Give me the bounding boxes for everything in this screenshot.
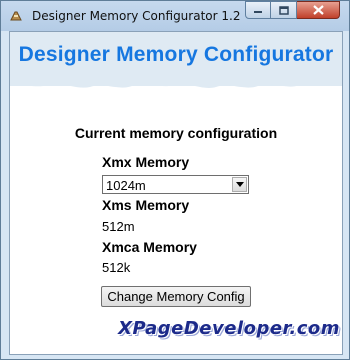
xms-label: Xms Memory [102,197,190,213]
xmx-select[interactable]: 1024m [102,175,249,194]
section-title: Current memory configuration [74,125,278,141]
xms-value: 512m [102,219,135,234]
window-title: Designer Memory Configurator 1.2 [32,9,241,23]
dropdown-button[interactable] [232,177,247,192]
client-area: Designer Memory Configurator Current mem… [9,31,343,355]
minimize-icon [254,11,262,13]
window-controls [245,1,340,20]
close-icon [312,5,324,15]
app-icon [10,11,22,21]
xmca-value: 512k [102,260,131,275]
xmx-label: Xmx Memory [102,154,190,170]
chevron-down-icon [235,182,244,187]
banner-wave-decoration [10,76,342,88]
title-bar[interactable]: Designer Memory Configurator 1.2 [1,1,349,31]
close-button[interactable] [297,1,340,19]
xmx-selected-value: 1024m [106,178,146,193]
maximize-button[interactable] [271,1,297,19]
header-banner: Designer Memory Configurator [10,32,342,88]
app-window: Designer Memory Configurator 1.2 Designe… [0,0,350,360]
brand-logo-text: XPageDeveloper.com [118,318,340,339]
change-memory-config-button[interactable]: Change Memory Config [101,286,251,307]
minimize-button[interactable] [245,1,271,19]
banner-title: Designer Memory Configurator [18,43,334,66]
xmca-label: Xmca Memory [102,239,197,255]
maximize-icon [278,5,289,15]
